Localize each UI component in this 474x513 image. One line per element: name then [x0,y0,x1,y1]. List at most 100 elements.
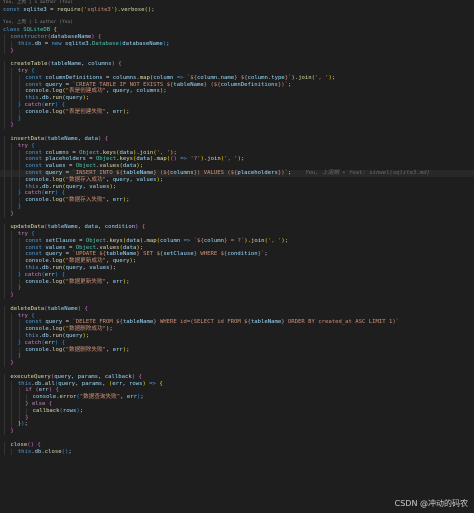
code-token: ', ' [267,237,282,244]
code-token: try [17,312,28,319]
indent-guide [18,149,20,157]
indent-guide [4,305,5,313]
code-token: close [10,441,28,448]
indent-guide [18,278,20,286]
code-token: { [84,305,88,312]
code-token: err [38,387,49,394]
code-line: } [0,47,474,55]
code-token: ; [112,183,117,190]
code-token: , [98,224,105,231]
code-line: } [0,292,474,300]
indent-guide [4,441,5,449]
code-token: `${ [193,237,204,244]
code-token: data [84,135,98,142]
codelens-annotation[interactable]: You, 上周 | 1 author (You) [0,20,474,27]
indent-guide [4,108,5,116]
code-token: ; [109,326,113,333]
indent-guide [11,88,13,96]
code-token: data [126,237,140,244]
code-line: constructor(databaseName) { [0,33,474,41]
code-token: ; [126,346,130,353]
code-token: { [31,231,35,238]
code-token: values [45,163,66,170]
code-token: condition [104,224,136,231]
code-line: this.db.run(query); [0,333,474,340]
code-token: = [41,40,52,47]
indent-guide [4,197,5,204]
code-token: , [75,380,82,387]
code-token: console [25,108,49,115]
code-token: const [25,149,46,156]
code-token: query [58,380,76,387]
code-token: ; [132,258,137,265]
indent-guide [4,360,5,368]
code-line: } [0,428,474,435]
code-token: = [65,163,76,170]
code-line: executeQuery(query, params, callback) { [0,373,474,381]
code-line: const values = Object.values(data); [0,244,474,252]
indent-guide [4,401,5,408]
code-token: = [85,156,96,163]
code-token: tableName [122,319,154,326]
indent-guide [18,333,20,340]
code-token: databaseName [122,40,163,47]
code-token: { [138,373,142,380]
code-token: query [54,373,72,380]
codelens-text[interactable]: You, 上周 | 1 author (You) [3,20,73,25]
indent-guide [4,387,5,395]
code-token: 'sqlite3' [83,6,115,13]
code-line: console.log("表是创建成功", query, columns); [0,88,474,96]
indent-guide [4,47,5,55]
indent-guide [4,339,5,347]
code-token: err [112,197,123,204]
indent-guide [4,224,5,232]
code-token: sqlite3 [65,40,89,47]
indent-guide [4,373,5,381]
indent-guide [18,346,20,354]
code-token: log [52,88,63,95]
indent-guide [18,387,20,395]
code-token: keys [119,156,134,163]
indent-guide [4,278,5,286]
code-token: } WHERE ${ [193,251,228,258]
code-token: columns [136,88,160,95]
code-line: try { [0,142,474,150]
indent-guide [11,95,13,102]
code-token: , [105,258,113,265]
code-token: })` [277,81,288,88]
codelens-text[interactable]: You, 上周 | 1 author (You) [3,0,73,5]
indent-guide [11,176,13,184]
code-token: { [61,339,65,346]
code-token: const [25,156,46,163]
code-token: constructor [10,33,48,40]
indent-guide [4,428,5,435]
code-token: ; [126,278,130,285]
code-token: "数据更新成功" [65,258,106,265]
codelens-annotation[interactable]: You, 上周 | 1 author (You) [0,0,474,7]
indent-guide [11,197,13,204]
code-token: this [17,448,32,455]
indent-guide [11,163,13,170]
code-editor[interactable]: You, 上周 | 1 author (You) const sqlite3 = … [0,0,474,513]
code-line: } catch(err) { [0,271,474,279]
code-token: log [52,176,63,183]
code-line: this.db.run(query, values); [0,265,474,272]
indent-guide [11,414,13,422]
code-token: { [118,61,122,68]
code-token: ; [126,197,130,204]
code-token: const [25,244,46,251]
indent-guide [4,95,5,102]
code-line: const columns = Object.keys(data).join('… [0,149,474,157]
code-token: rows [62,407,77,414]
indent-guide [4,285,5,293]
indent-guide [18,169,20,177]
code-token: columnDefinitions [220,81,278,88]
indent-guide [11,312,13,320]
code-line: this.db.all(query, params, (err, rows) =… [0,380,474,388]
code-line: insertData(tableName, data) { [0,135,474,143]
code-token: query [65,95,83,102]
code-line: const values = Object.values(data); [0,163,474,170]
code-token: } [10,122,14,129]
